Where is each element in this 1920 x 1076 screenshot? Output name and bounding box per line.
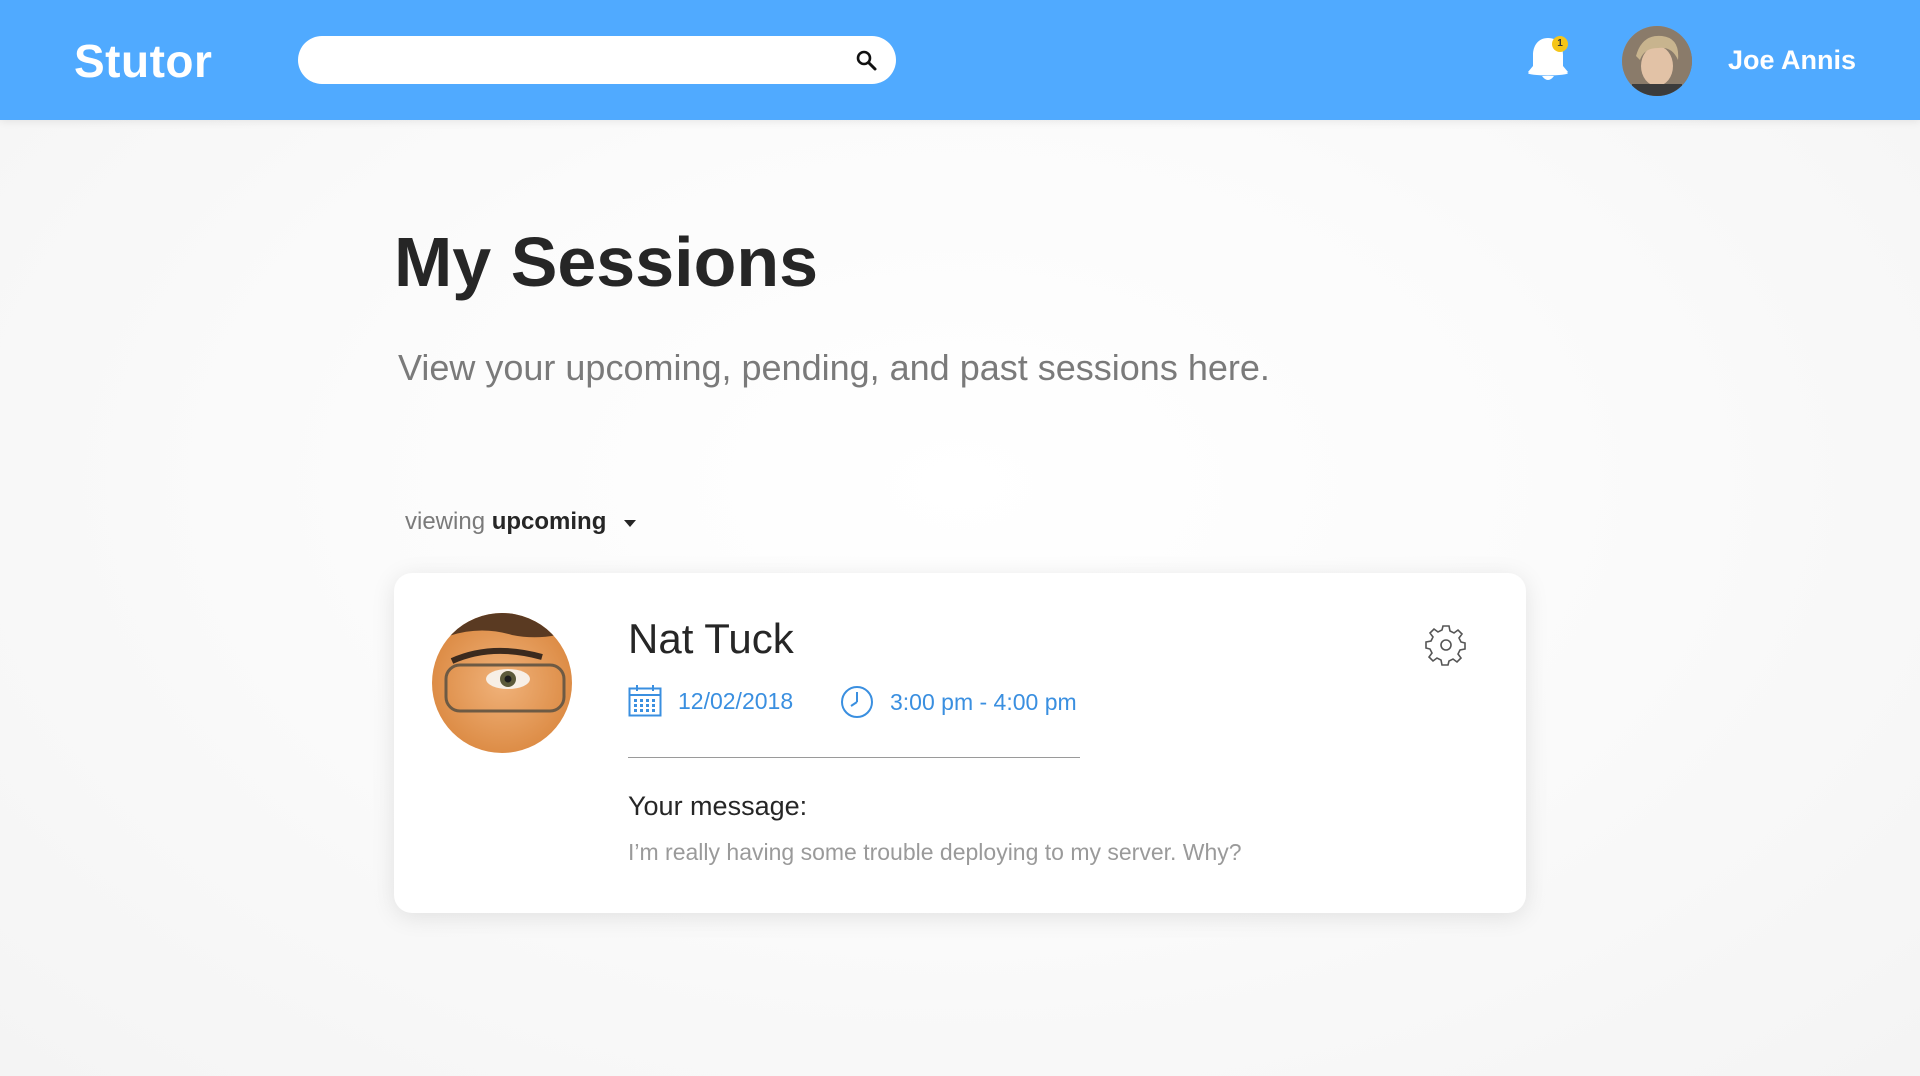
card-divider <box>628 757 1080 758</box>
brand-logo[interactable]: Stutor <box>74 34 212 88</box>
filter-prefix: viewing <box>405 508 486 535</box>
session-filter-dropdown[interactable]: viewing upcoming <box>405 508 637 536</box>
clock-icon <box>841 686 873 718</box>
tutor-avatar <box>432 613 572 753</box>
user-avatar-image <box>1622 26 1692 96</box>
session-time: 3:00 pm - 4:00 pm <box>840 685 1077 719</box>
tutor-name: Nat Tuck <box>628 615 794 662</box>
tutor-avatar-image <box>432 613 572 753</box>
session-date: 12/02/2018 <box>628 685 793 717</box>
session-date-text: 12/02/2018 <box>678 687 794 714</box>
gear-icon[interactable] <box>1424 623 1468 667</box>
calendar-icon <box>628 685 662 717</box>
notification-count-badge: 1 <box>1552 36 1568 52</box>
user-avatar[interactable] <box>1622 26 1692 96</box>
session-time-text: 3:00 pm - 4:00 pm <box>890 688 1077 715</box>
session-card[interactable]: Nat Tuck 12/02/2018 3:00 pm - 4:00 pm Yo… <box>394 573 1526 913</box>
notifications-button[interactable]: 1 <box>1522 32 1574 88</box>
search-bar[interactable] <box>298 36 896 84</box>
search-icon[interactable] <box>854 48 878 72</box>
top-navigation-bar: Stutor 1 Joe Annis <box>0 0 1920 120</box>
caret-down-icon <box>624 519 637 527</box>
user-name[interactable]: Joe Annis <box>1728 45 1856 76</box>
filter-selected-value: upcoming <box>491 508 607 535</box>
search-input[interactable] <box>320 44 840 76</box>
page-subtitle: View your upcoming, pending, and past se… <box>398 347 1270 388</box>
message-label: Your message: <box>628 791 808 821</box>
message-text: I’m really having some trouble deploying… <box>628 839 1242 865</box>
page-title: My Sessions <box>394 223 819 301</box>
